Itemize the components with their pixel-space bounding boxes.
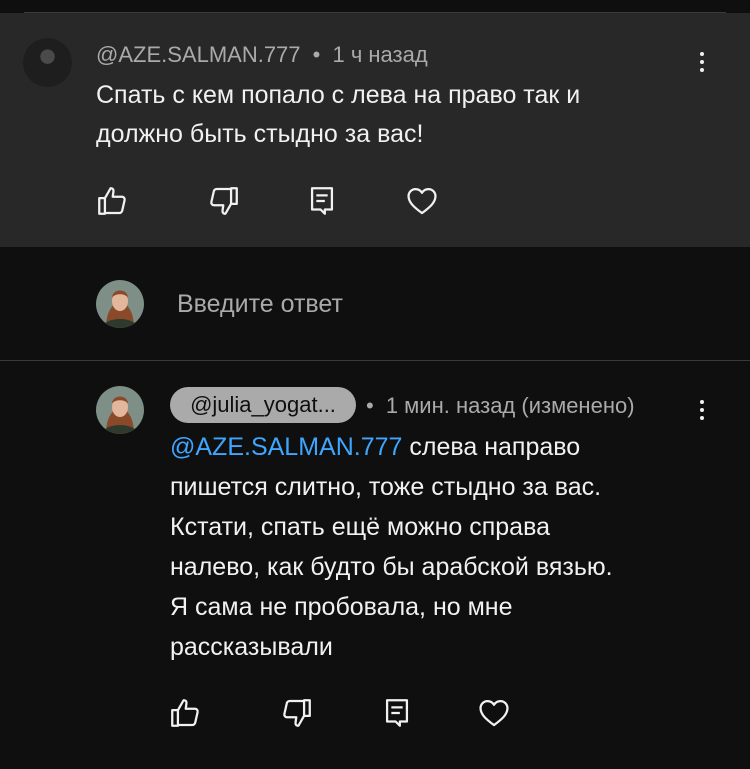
reply-author-handle[interactable]: @julia_yogat... xyxy=(170,387,356,423)
reply-comment-text: @AZE.SALMAN.777 слева направо пишется сл… xyxy=(170,427,613,667)
thumbs-down-icon[interactable] xyxy=(280,696,314,730)
thumbs-up-icon[interactable] xyxy=(95,184,129,218)
reply-comment-time: 1 мин. назад (изменено) xyxy=(385,393,635,418)
reply-comment-line: налево, как будто бы арабской вязью. xyxy=(170,553,613,581)
heart-icon[interactable] xyxy=(405,184,439,218)
reply-divider xyxy=(0,360,750,361)
reply-comment-line: @AZE.SALMAN.777 слева направо xyxy=(170,427,613,467)
parent-comment-line: должно быть стыдно за вас! xyxy=(96,120,424,148)
parent-comment-time: 1 ч назад xyxy=(332,42,428,67)
reply-input[interactable]: Введите ответ xyxy=(177,290,343,319)
thumbs-down-icon[interactable] xyxy=(207,184,241,218)
parent-more-options-icon[interactable] xyxy=(692,48,712,78)
reply-icon[interactable] xyxy=(305,184,339,218)
thumbs-up-icon[interactable] xyxy=(168,696,202,730)
parent-comment-line: Спать с кем попало с лева на право так и xyxy=(96,81,581,109)
meta-separator: • xyxy=(366,393,374,418)
heart-icon[interactable] xyxy=(477,696,511,730)
parent-author-handle[interactable]: @AZE.SALMAN.777 xyxy=(96,42,301,67)
reply-comment-meta: • 1 мин. назад (изменено) xyxy=(366,393,635,419)
parent-comment-text: Спать с кем попало с лева на право так и… xyxy=(96,76,580,154)
reply-comment-line-text: слева направо xyxy=(402,433,581,461)
reply-comment-line: Я сама не пробовала, но мне xyxy=(170,593,513,621)
mention-link[interactable]: @AZE.SALMAN.777 xyxy=(170,433,402,461)
reply-comment-line: Кстати, спать ещё можно справа xyxy=(170,513,550,541)
parent-comment-meta: @AZE.SALMAN.777 • 1 ч назад xyxy=(96,42,428,68)
reply-icon[interactable] xyxy=(380,696,414,730)
reply-more-options-icon[interactable] xyxy=(692,396,712,426)
parent-author-avatar[interactable] xyxy=(23,38,72,87)
current-user-avatar xyxy=(96,280,144,328)
meta-separator: • xyxy=(312,42,321,67)
reply-comment-line: пишется слитно, тоже стыдно за вас. xyxy=(170,473,602,501)
reply-author-avatar[interactable] xyxy=(96,386,144,434)
reply-comment-line: рассказывали xyxy=(170,633,333,661)
